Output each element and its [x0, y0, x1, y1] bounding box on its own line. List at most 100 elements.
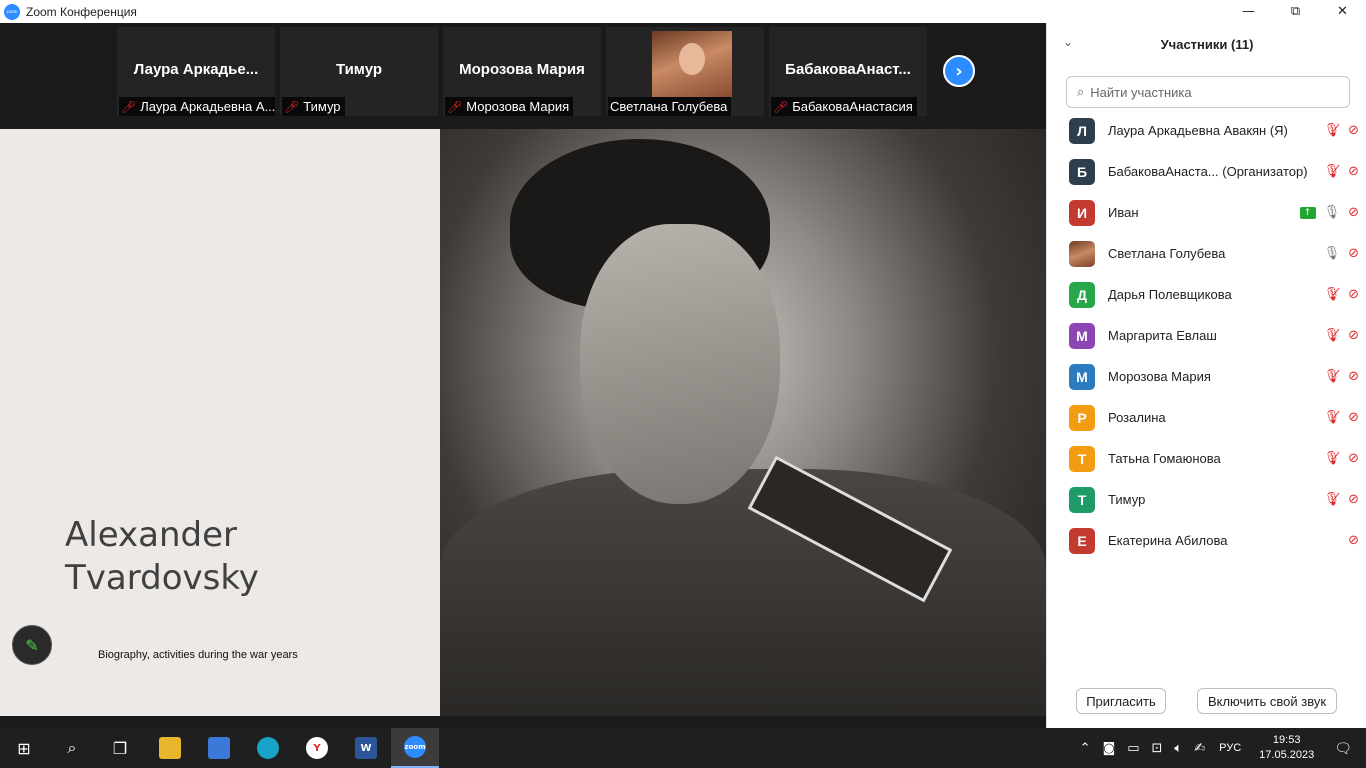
windows-start-icon[interactable]: ⊞ — [0, 728, 48, 768]
mic-muted-icon: 🎤︎ — [447, 99, 463, 114]
chevron-up-icon[interactable]: ⌃ — [1080, 742, 1091, 755]
unmute-self-button[interactable]: Включить свой звук — [1197, 688, 1337, 714]
video-off-icon: ⊘ — [1348, 164, 1359, 179]
participant-name: Светлана Голубева — [1108, 246, 1226, 261]
participant-name: Екатерина Абилова — [1108, 533, 1228, 548]
close-button[interactable]: ✕ — [1319, 0, 1366, 23]
thumbnail-label: 🎤︎ Морозова Мария — [445, 97, 574, 116]
avatar: М — [1069, 322, 1095, 349]
participant-row[interactable]: Б БабаковаАнаста... (Организатор) 🎙︎̸ ⊘ — [1047, 151, 1366, 192]
minimize-button[interactable]: — — [1225, 0, 1272, 23]
mic-muted-icon: 🎤︎ — [121, 99, 137, 114]
thumbnail-label: 🎤︎ Тимур — [282, 97, 345, 116]
notification-icon[interactable]: 🗨︎ — [1334, 740, 1352, 757]
search-icon: ⌕ — [1077, 84, 1085, 100]
search-box[interactable]: ⌕ — [1066, 76, 1350, 108]
thumbnail-name: Морозова Мария — [459, 61, 585, 78]
participant-row[interactable]: М Маргарита Евлаш 🎙︎̸ ⊘ — [1047, 315, 1366, 356]
mic-muted-icon: 🎤︎ — [773, 99, 789, 114]
panel-title: Участники (11) — [1160, 37, 1254, 52]
participant-row[interactable]: И Иван ↑ 🎙︎ ⊘ — [1047, 192, 1366, 233]
task-view-icon[interactable]: ❐ — [96, 728, 144, 768]
participant-name: Дарья Полевщикова — [1108, 287, 1232, 302]
word-icon[interactable]: W — [342, 728, 390, 768]
participant-row[interactable]: Р Розалина 🎙︎̸ ⊘ — [1047, 397, 1366, 438]
mic-muted-icon: 🎙︎̸ — [1323, 123, 1341, 138]
participant-status-icons: 🎙︎̸ ⊘ — [1324, 493, 1359, 506]
participant-row[interactable]: Д Дарья Полевщикова 🎙︎̸ ⊘ — [1047, 274, 1366, 315]
participant-status-icons: 🎙︎̸ ⊘ — [1324, 165, 1359, 178]
zoom-taskbar-icon[interactable]: zoom — [391, 728, 439, 768]
participant-row[interactable]: Л Лаура Аркадьевна Авакян (Я) 🎙︎̸ ⊘ — [1047, 110, 1366, 151]
annotate-pencil-button[interactable]: ✎ — [12, 625, 52, 665]
volume-icon[interactable]: 🔈︎ — [1174, 742, 1182, 755]
video-off-icon: ⊘ — [1348, 205, 1359, 220]
video-off-icon: ⊘ — [1348, 123, 1359, 138]
maximize-button[interactable]: ⧉ — [1272, 0, 1319, 23]
avatar: И — [1069, 199, 1095, 226]
store-icon[interactable] — [195, 728, 243, 768]
battery-icon[interactable]: ▭ — [1127, 742, 1139, 755]
video-off-icon: ⊘ — [1348, 246, 1359, 261]
video-off-icon: ⊘ — [1348, 410, 1359, 425]
mic-icon: 🎙︎ — [1323, 246, 1341, 261]
avatar: Т — [1069, 486, 1095, 513]
video-off-icon: ⊘ — [1348, 451, 1359, 466]
slide-left-panel — [0, 129, 440, 716]
video-thumbnail[interactable]: Морозова Мария 🎤︎ Морозова Мария — [443, 27, 601, 116]
participant-row[interactable]: Т Тимур 🎙︎̸ ⊘ — [1047, 479, 1366, 520]
system-tray: ⌃ ◙ ▭ ⊡ 🔈︎ ✍︎ РУС 19:53 17.05.2023 🗨︎ — [1074, 728, 1366, 768]
window-controls: — ⧉ ✕ — [1225, 0, 1366, 23]
video-off-icon: ⊘ — [1348, 533, 1359, 548]
network-icon[interactable]: ⊡ — [1152, 742, 1163, 755]
video-area: Лаура Аркадье... 🎤︎ Лаура Аркадьевна А...… — [0, 23, 1046, 728]
shared-screen-slide: Alexander Tvardovsky Biography, activiti… — [0, 129, 1046, 716]
yandex-icon[interactable]: Y — [293, 728, 341, 768]
next-page-button[interactable]: › — [943, 55, 975, 87]
file-explorer-icon[interactable] — [146, 728, 194, 768]
participant-status-icons: 🎙︎̸ ⊘ — [1324, 452, 1359, 465]
search-icon[interactable]: ⌕ — [48, 728, 96, 768]
thumbnail-name: БабаковаАнаст... — [785, 61, 911, 78]
participant-name: Морозова Мария — [1108, 369, 1211, 384]
participant-row[interactable]: Светлана Голубева 🎙︎ ⊘ — [1047, 233, 1366, 274]
avatar: Л — [1069, 117, 1095, 144]
participant-search-input[interactable] — [1090, 84, 1331, 100]
participant-row[interactable]: Е Екатерина Абилова ⊘ — [1047, 520, 1366, 561]
mic-muted-icon: 🎤︎ — [284, 99, 300, 114]
taskbar: ⊞ ⌕ ❐ Y W zoom ⌃ ◙ ▭ ⊡ 🔈︎ ✍︎ РУС 19:53 1… — [0, 728, 1366, 768]
participant-name: БабаковаАнаста... (Организатор) — [1108, 164, 1308, 179]
participants-panel: ⌄ Участники (11) ⌕ Л Лаура Аркадьевна Ава… — [1046, 23, 1366, 728]
pencil-icon: ✎ — [25, 635, 39, 655]
video-thumbnail[interactable]: Тимур 🎤︎ Тимур — [280, 27, 438, 116]
portrait-photo — [440, 129, 1046, 716]
invite-button[interactable]: Пригласить — [1076, 688, 1166, 714]
mic-muted-icon: 🎙︎̸ — [1323, 369, 1341, 384]
participant-status-icons: 🎙︎̸ ⊘ — [1324, 411, 1359, 424]
mic-muted-icon: 🎙︎̸ — [1323, 164, 1341, 179]
mic-muted-icon: 🎙︎̸ — [1323, 287, 1341, 302]
mic-icon: 🎙︎ — [1323, 205, 1341, 220]
thumbnail-label: 🎤︎ БабаковаАнастасия — [771, 97, 917, 116]
video-thumbnail[interactable]: БабаковаАнаст... 🎤︎ БабаковаАнастасия — [769, 27, 927, 116]
mic-muted-icon: 🎙︎̸ — [1323, 451, 1341, 466]
participant-row[interactable]: Т Татьна Гомаюнова 🎙︎̸ ⊘ — [1047, 438, 1366, 479]
participant-status-icons: 🎙︎̸ ⊘ — [1324, 124, 1359, 137]
video-thumbnail[interactable]: Светлана Голубева — [606, 27, 764, 116]
camera-icon[interactable]: ◙ — [1103, 742, 1116, 755]
participant-status-icons: 🎙︎̸ ⊘ — [1324, 329, 1359, 342]
panel-footer: Пригласить Включить свой звук — [1047, 688, 1366, 718]
clock[interactable]: 19:53 17.05.2023 — [1259, 733, 1314, 763]
thumbnail-label: Светлана Голубева — [608, 97, 732, 116]
participant-name: Маргарита Евлаш — [1108, 328, 1217, 343]
video-thumbnail[interactable]: Лаура Аркадье... 🎤︎ Лаура Аркадьевна А... — [117, 27, 275, 116]
participant-status-icons: ↑ 🎙︎ ⊘ — [1299, 205, 1359, 220]
thumbnail-name: Тимур — [335, 61, 383, 78]
pen-icon[interactable]: ✍︎ — [1194, 742, 1205, 755]
participant-video — [652, 31, 732, 97]
video-off-icon: ⊘ — [1348, 492, 1359, 507]
language-indicator[interactable]: РУС — [1219, 742, 1241, 754]
participant-row[interactable]: М Морозова Мария 🎙︎̸ ⊘ — [1047, 356, 1366, 397]
edge-icon[interactable] — [244, 728, 292, 768]
window-title: Zoom Конференция — [26, 4, 137, 19]
